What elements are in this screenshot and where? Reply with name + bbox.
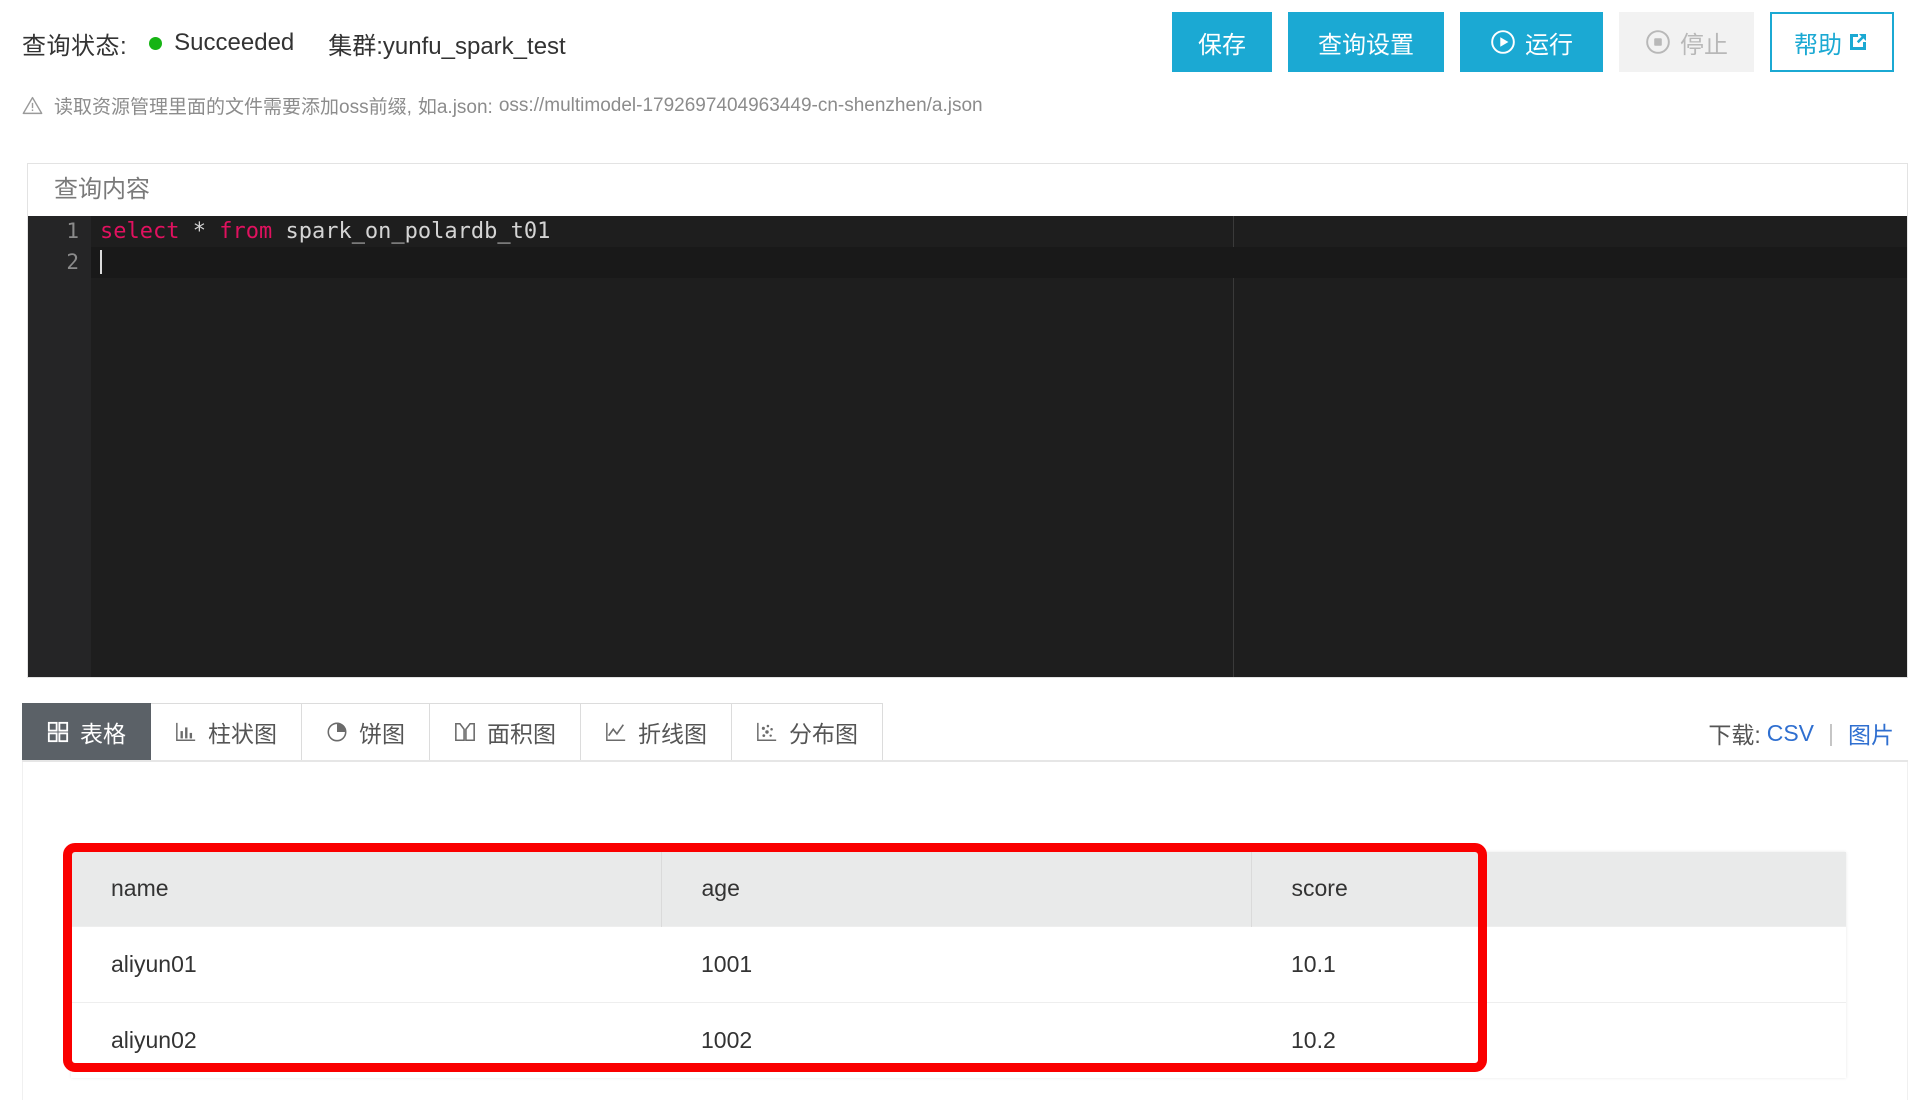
save-button[interactable]: 保存 [1172, 12, 1272, 72]
page-header: 查询状态: Succeeded 集群:yunfu_spark_test 保存 查… [0, 0, 1908, 86]
table-cell-score: 10.2 [1251, 1001, 1846, 1078]
stop-button-label: 停止 [1680, 31, 1728, 59]
download-csv-link[interactable]: CSV [1761, 720, 1820, 747]
sql-keyword-from: from [219, 219, 273, 244]
download-area: 下载: CSV | 图片 [1708, 716, 1900, 750]
tab-area-chart-label: 面积图 [487, 721, 556, 747]
scatter-chart-icon [756, 721, 778, 743]
warning-example-label: 如a.json: [417, 97, 493, 118]
help-button-label: 帮助 [1794, 31, 1842, 59]
column-header-name[interactable]: name [71, 852, 662, 926]
query-editor-panel: 查询内容 1 2 select * from spark_on_polardb_… [27, 163, 1908, 678]
result-view-tabs: 表格 柱状图 饼图 面积图 折线图 分布图 [22, 703, 883, 761]
tab-bar-chart[interactable]: 柱状图 [151, 703, 302, 761]
query-settings-button-label: 查询设置 [1318, 31, 1414, 59]
table-header-row: name age score [71, 852, 1846, 926]
table-icon [47, 721, 69, 743]
tab-pie-chart-label: 饼图 [359, 721, 405, 747]
tab-scatter-chart-label: 分布图 [789, 721, 858, 747]
cluster-name-label: 集群:yunfu_spark_test [328, 32, 566, 60]
query-result-table: name age score aliyun01 1001 10.1 aliyun… [71, 852, 1846, 1078]
column-header-score[interactable]: score [1251, 852, 1846, 926]
table-row: aliyun01 1001 10.1 [71, 925, 1846, 1002]
code-line[interactable] [91, 247, 1907, 278]
run-button[interactable]: 运行 [1460, 12, 1603, 72]
results-panel: name age score aliyun01 1001 10.1 aliyun… [22, 762, 1908, 1100]
line-number: 2 [66, 250, 79, 274]
download-separator: | [1828, 719, 1834, 746]
tab-pie-chart[interactable]: 饼图 [302, 703, 430, 761]
query-settings-button[interactable]: 查询设置 [1288, 12, 1444, 72]
help-button[interactable]: 帮助 [1770, 12, 1894, 72]
code-editor[interactable]: 1 2 select * from spark_on_polardb_t01 [28, 216, 1907, 677]
sql-star-operator: * [179, 219, 220, 244]
table-cell-name: aliyun01 [71, 925, 661, 1002]
code-line[interactable]: select * from spark_on_polardb_t01 [91, 216, 1907, 247]
table-cell-age: 1002 [661, 1001, 1251, 1078]
external-link-icon [1846, 30, 1870, 54]
warning-oss-path: oss://multimodel-1792697404963449-cn-she… [498, 94, 983, 116]
run-button-label: 运行 [1525, 31, 1573, 59]
text-caret [100, 250, 102, 274]
table-row: aliyun02 1002 10.2 [71, 1001, 1846, 1078]
tab-scatter-chart[interactable]: 分布图 [732, 703, 883, 761]
save-button-label: 保存 [1198, 31, 1246, 59]
status-dot-icon [149, 36, 163, 50]
line-number: 1 [66, 219, 79, 243]
download-image-link[interactable]: 图片 [1842, 716, 1900, 750]
warning-text: 读取资源管理里面的文件需要添加oss前缀, [54, 97, 412, 118]
query-status-group: 查询状态: Succeeded 集群:yunfu_spark_test [22, 26, 566, 61]
tab-area-chart[interactable]: 面积图 [430, 703, 581, 761]
editor-line-number-gutter: 1 2 [28, 216, 91, 677]
bar-chart-icon [175, 721, 197, 743]
pie-chart-icon [326, 721, 348, 743]
query-editor-title: 查询内容 [28, 164, 1907, 216]
stop-icon [1645, 29, 1671, 55]
tab-line-chart-label: 折线图 [638, 721, 707, 747]
area-chart-icon [454, 721, 476, 743]
query-status-label: 查询状态: [22, 32, 128, 60]
query-status-value: Succeeded [174, 29, 295, 56]
table-cell-name: aliyun02 [71, 1001, 661, 1078]
tab-table-label: 表格 [80, 721, 126, 747]
stop-button[interactable]: 停止 [1619, 12, 1754, 72]
tab-line-chart[interactable]: 折线图 [581, 703, 732, 761]
download-label: 下载: [1708, 722, 1761, 748]
header-actions: 保存 查询设置 运行 停止 帮助 [1172, 12, 1908, 72]
tab-bar-chart-label: 柱状图 [208, 721, 277, 747]
sql-table-identifier: spark_on_polardb_t01 [272, 219, 551, 244]
tab-table[interactable]: 表格 [22, 703, 151, 761]
code-text-area[interactable]: select * from spark_on_polardb_t01 [91, 216, 1907, 677]
column-header-age[interactable]: age [661, 852, 1252, 926]
line-chart-icon [605, 721, 627, 743]
warning-triangle-icon [22, 95, 43, 116]
sql-keyword-select: select [100, 219, 180, 244]
oss-prefix-warning: 读取资源管理里面的文件需要添加oss前缀, 如a.json: oss://mul… [22, 92, 983, 119]
play-icon [1490, 29, 1516, 55]
table-cell-score: 10.1 [1251, 925, 1846, 1002]
table-cell-age: 1001 [661, 925, 1251, 1002]
